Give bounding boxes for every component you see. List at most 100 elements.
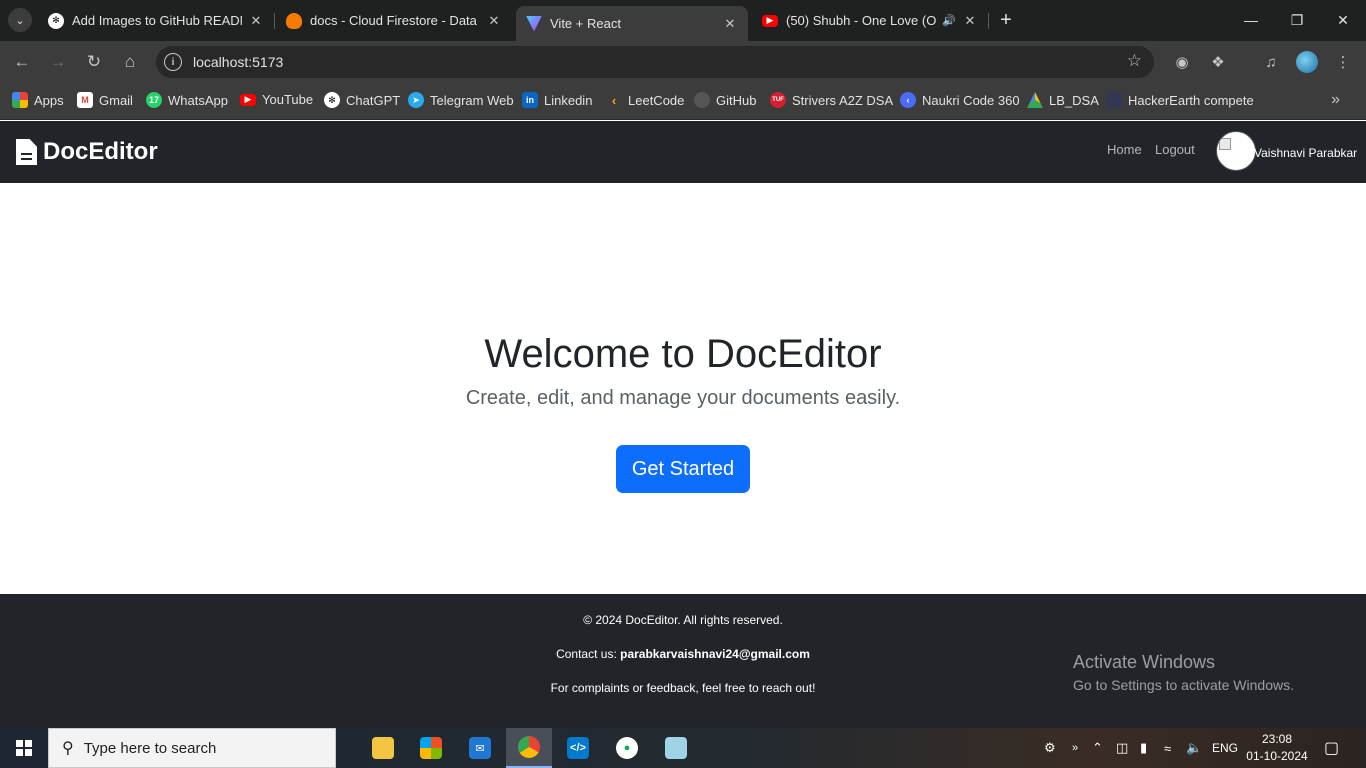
github-icon — [694, 92, 710, 108]
taskbar-search-placeholder: Type here to search — [83, 739, 217, 757]
naukri-icon: ‹ — [900, 92, 916, 108]
url-text[interactable]: localhost:5173 — [193, 54, 283, 70]
browser-tab-1[interactable]: docs - Cloud Firestore - Data - F ✕ — [276, 6, 512, 35]
back-arrow-icon[interactable]: ← — [10, 50, 34, 74]
bookmark-chatgpt[interactable]: ✻ ChatGPT — [324, 92, 400, 108]
battery-icon[interactable]: ▮ — [1140, 728, 1147, 768]
clock-date: 01-10-2024 — [1246, 749, 1308, 763]
tab-divider — [274, 13, 275, 29]
firebase-icon — [286, 12, 302, 29]
tab-divider — [988, 13, 989, 29]
windows-taskbar: ⚲ Type here to search ✉ </> ● ⚙ » ⌃ ◫ ▮ … — [0, 728, 1366, 768]
reload-icon[interactable]: ↻ — [82, 50, 106, 74]
browser-tab-strip: ⌄ ✻ Add Images to GitHub README ✕ docs -… — [0, 0, 1366, 41]
bookmark-youtube[interactable]: ▶ YouTube — [240, 92, 313, 107]
mongodb-compass-icon[interactable]: ● — [604, 728, 650, 768]
leetcode-icon: ‹ — [611, 92, 617, 108]
bookmark-star-icon[interactable]: ☆ — [1127, 51, 1142, 71]
vite-icon — [526, 15, 542, 32]
bookmark-lb-dsa[interactable]: LB_DSA — [1027, 92, 1099, 108]
close-tab-icon[interactable]: ✕ — [962, 13, 978, 29]
windows-logo-icon — [16, 740, 32, 756]
meet-now-icon[interactable]: ◫ — [1116, 728, 1128, 768]
hero-subtitle: Create, edit, and manage your documents … — [465, 387, 901, 409]
site-info-icon[interactable]: i — [164, 53, 182, 71]
forward-arrow-icon[interactable]: → — [46, 50, 70, 74]
footer-contact-label: Contact us: — [556, 647, 621, 661]
new-tab-plus-icon[interactable]: + — [994, 8, 1018, 32]
chrome-icon[interactable] — [506, 728, 552, 768]
footer-copyright: © 2024 DocEditor. All rights reserved. — [583, 613, 783, 627]
notification-center-icon[interactable]: ▢ — [1324, 728, 1339, 768]
brand-logo[interactable]: DocEditor — [16, 138, 158, 166]
minimize-icon[interactable]: — — [1228, 0, 1274, 40]
bookmark-telegram[interactable]: ➤ Telegram Web — [408, 92, 514, 108]
extensions-puzzle-icon[interactable]: ❖ — [1206, 50, 1230, 74]
close-tab-icon[interactable]: ✕ — [248, 13, 264, 29]
bookmarks-overflow-chevron-icon[interactable]: » — [1331, 91, 1340, 109]
restore-icon[interactable]: ❐ — [1274, 0, 1320, 40]
tuf-icon: TUF — [770, 92, 786, 108]
tab-search-chevron-icon[interactable]: ⌄ — [8, 8, 32, 32]
hero-section: Welcome to DocEditor Create, edit, and m… — [0, 183, 1366, 594]
close-tab-icon[interactable]: ✕ — [722, 16, 738, 32]
activate-windows-subtitle: Go to Settings to activate Windows. — [1073, 677, 1294, 693]
nav-home-link[interactable]: Home — [1107, 142, 1142, 157]
get-started-button[interactable]: Get Started — [616, 445, 750, 493]
youtube-icon: ▶ — [762, 14, 778, 27]
speaker-icon[interactable]: 🔊 — [942, 14, 956, 27]
browser-tab-0[interactable]: ✻ Add Images to GitHub README ✕ — [38, 6, 274, 35]
wifi-icon[interactable]: ≈ — [1164, 728, 1171, 768]
bookmark-whatsapp[interactable]: 17 WhatsApp — [146, 92, 228, 108]
start-button[interactable] — [0, 728, 48, 768]
search-icon: ⚲ — [62, 740, 74, 757]
notepad-icon[interactable] — [653, 728, 699, 768]
browser-toolbar: ← → ↻ ⌂ i localhost:5173 ☆ ◉ ❖ ♫ ⋮ — [0, 41, 1366, 83]
clock-time: 23:08 — [1261, 732, 1293, 746]
footer-email-link[interactable]: parabkarvaishnavi24@gmail.com — [620, 647, 810, 661]
browser-tab-2-active[interactable]: Vite + React ✕ — [516, 6, 748, 41]
bookmark-apps[interactable]: Apps — [12, 92, 64, 108]
microsoft-store-icon[interactable] — [408, 728, 454, 768]
show-hidden-icons-chevron-icon[interactable]: » — [1072, 728, 1078, 768]
bookmark-strivers[interactable]: TUF Strivers A2Z DSA — [770, 92, 893, 108]
close-window-icon[interactable]: ✕ — [1320, 0, 1366, 40]
taskbar-search-box[interactable]: ⚲ Type here to search — [48, 728, 336, 768]
hero-title: Welcome to DocEditor — [484, 332, 882, 376]
language-indicator[interactable]: ENG — [1212, 728, 1238, 768]
whatsapp-icon: 17 — [146, 92, 162, 108]
chatgpt-icon: ✻ — [324, 92, 340, 108]
nav-logout-link[interactable]: Logout — [1155, 142, 1195, 157]
file-explorer-icon[interactable] — [360, 728, 406, 768]
profile-avatar-icon[interactable] — [1295, 50, 1319, 74]
telegram-icon: ➤ — [408, 92, 424, 108]
vscode-icon[interactable]: </> — [555, 728, 601, 768]
media-controls-icon[interactable]: ♫ — [1259, 50, 1283, 74]
linkedin-icon: in — [522, 92, 538, 108]
tray-app-icon[interactable]: ⚙ — [1044, 728, 1056, 768]
hackerearth-icon — [1106, 92, 1122, 108]
mail-icon[interactable]: ✉ — [457, 728, 503, 768]
system-clock[interactable]: 23:08 01-10-2024 — [1244, 731, 1310, 765]
bookmark-leetcode[interactable]: ‹ LeetCode — [606, 92, 685, 108]
bookmarks-bar: Apps M Gmail 17 WhatsApp ▶ YouTube ✻ Cha… — [0, 83, 1366, 120]
bookmark-github[interactable]: GitHub — [694, 92, 756, 108]
brand-name: DocEditor — [43, 138, 158, 165]
home-icon[interactable]: ⌂ — [118, 50, 142, 74]
chrome-menu-icon[interactable]: ⋮ — [1331, 50, 1355, 74]
tray-up-chevron-icon[interactable]: ⌃ — [1092, 728, 1103, 768]
bookmark-hackerearth[interactable]: HackerEarth compete — [1106, 92, 1254, 108]
bookmark-gmail[interactable]: M Gmail — [77, 92, 133, 108]
user-name: Vaishnavi Parabkar — [1254, 146, 1358, 160]
bookmark-linkedin[interactable]: in Linkedin — [522, 92, 592, 108]
gmail-icon: M — [77, 92, 93, 108]
extension-circle-icon[interactable]: ◉ — [1170, 50, 1194, 74]
address-bar[interactable]: i localhost:5173 ☆ — [156, 46, 1154, 78]
document-icon — [16, 139, 37, 165]
broken-image-icon — [1219, 138, 1231, 150]
close-tab-icon[interactable]: ✕ — [486, 13, 502, 29]
browser-tab-3[interactable]: ▶ (50) Shubh - One Love (Offi 🔊 ✕ — [752, 6, 988, 35]
bookmark-naukri[interactable]: ‹ Naukri Code 360 — [900, 92, 1020, 108]
volume-icon[interactable]: 🔈 — [1186, 728, 1202, 768]
user-avatar[interactable] — [1216, 131, 1256, 171]
